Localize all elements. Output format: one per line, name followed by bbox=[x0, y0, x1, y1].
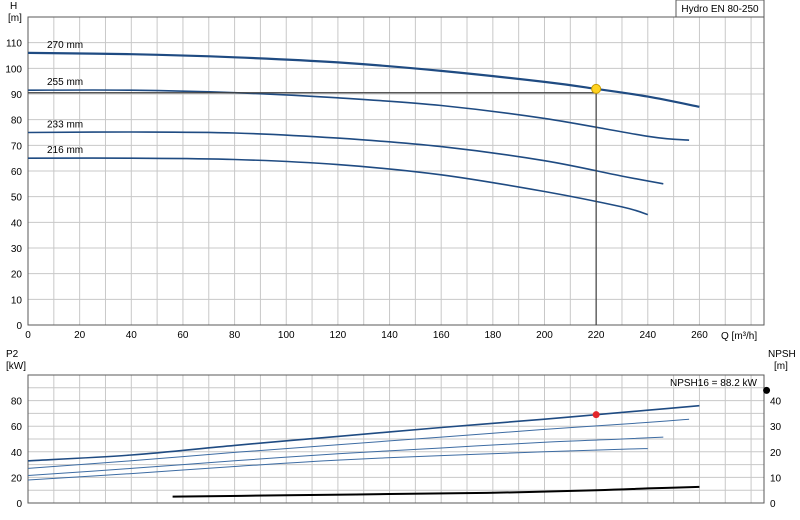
power-grid bbox=[28, 375, 764, 503]
flow-tick-label: 160 bbox=[433, 330, 450, 341]
head-tick-label: 70 bbox=[11, 141, 23, 152]
head-curve-label: 216 mm bbox=[47, 145, 83, 156]
pump-curve-chart: Hydro EN 80-250 H [m] Q [m³/h] P2 [kW] N… bbox=[0, 0, 800, 520]
head-tick-label: 50 bbox=[11, 193, 23, 204]
head-tick-label: 100 bbox=[5, 64, 22, 75]
flow-tick-label: 220 bbox=[588, 330, 605, 341]
head-tick-label: 60 bbox=[11, 167, 23, 178]
power-axis-unit: [kW] bbox=[6, 361, 26, 372]
flow-tick-label: 260 bbox=[691, 330, 708, 341]
npsh-axis-unit: [m] bbox=[774, 361, 788, 372]
npsh-tick-label: 40 bbox=[770, 397, 782, 408]
head-tick-label: 110 bbox=[6, 39, 22, 50]
head-tick-label: 0 bbox=[16, 321, 22, 332]
power-axis-label: P2 bbox=[6, 349, 19, 360]
head-grid bbox=[28, 17, 764, 325]
flow-tick-label: 100 bbox=[278, 330, 295, 341]
npsh-point-marker bbox=[763, 386, 771, 394]
flow-axis-label: Q [m³/h] bbox=[721, 331, 757, 342]
flow-tick-label: 120 bbox=[330, 330, 347, 341]
head-tick-label: 80 bbox=[11, 116, 23, 127]
power-tick-label: 20 bbox=[11, 473, 23, 484]
power-tick-label: 40 bbox=[11, 448, 23, 459]
npsh-tick-label: 30 bbox=[770, 422, 782, 433]
head-tick-label: 90 bbox=[11, 90, 23, 101]
head-tick-label: 30 bbox=[11, 244, 23, 255]
npsh-tick-label: 0 bbox=[770, 499, 776, 510]
npsh-tick-label: 20 bbox=[770, 448, 782, 459]
flow-tick-label: 80 bbox=[229, 330, 241, 341]
flow-tick-label: 60 bbox=[177, 330, 189, 341]
flow-tick-label: 180 bbox=[484, 330, 501, 341]
head-axis-label: H bbox=[10, 1, 17, 12]
head-tick-label: 40 bbox=[11, 218, 23, 229]
head-ticks: 0 20 40 60 80 100 120 140 160 180 200 220 240 260 0 10 2… bbox=[5, 39, 708, 341]
npsh-tick-label: 10 bbox=[770, 473, 782, 484]
chart-canvas: Hydro EN 80-250 H [m] Q [m³/h] P2 [kW] N… bbox=[5, 0, 796, 510]
npsh-annotation: NPSH16 = 88.2 kW bbox=[670, 378, 758, 389]
flow-tick-label: 0 bbox=[25, 330, 31, 341]
head-tick-label: 10 bbox=[11, 295, 23, 306]
flow-tick-label: 140 bbox=[381, 330, 398, 341]
head-curve-label: 270 mm bbox=[47, 40, 83, 51]
flow-tick-label: 240 bbox=[639, 330, 656, 341]
power-point-marker bbox=[592, 411, 600, 419]
duty-point-marker bbox=[591, 83, 602, 94]
markers bbox=[591, 83, 771, 419]
chart-title: Hydro EN 80-250 bbox=[681, 4, 759, 15]
head-axis-unit: [m] bbox=[8, 13, 22, 24]
head-tick-label: 20 bbox=[11, 270, 23, 281]
power-tick-label: 0 bbox=[16, 499, 22, 510]
power-tick-label: 80 bbox=[11, 397, 23, 408]
flow-tick-label: 40 bbox=[126, 330, 138, 341]
npsh-axis-label: NPSH bbox=[768, 349, 796, 360]
flow-tick-label: 200 bbox=[536, 330, 553, 341]
flow-tick-label: 20 bbox=[74, 330, 86, 341]
head-curve-label: 233 mm bbox=[47, 120, 83, 131]
npsh-curve-line bbox=[172, 485, 700, 498]
head-curve-label: 255 mm bbox=[47, 77, 83, 88]
power-tick-label: 60 bbox=[11, 422, 23, 433]
